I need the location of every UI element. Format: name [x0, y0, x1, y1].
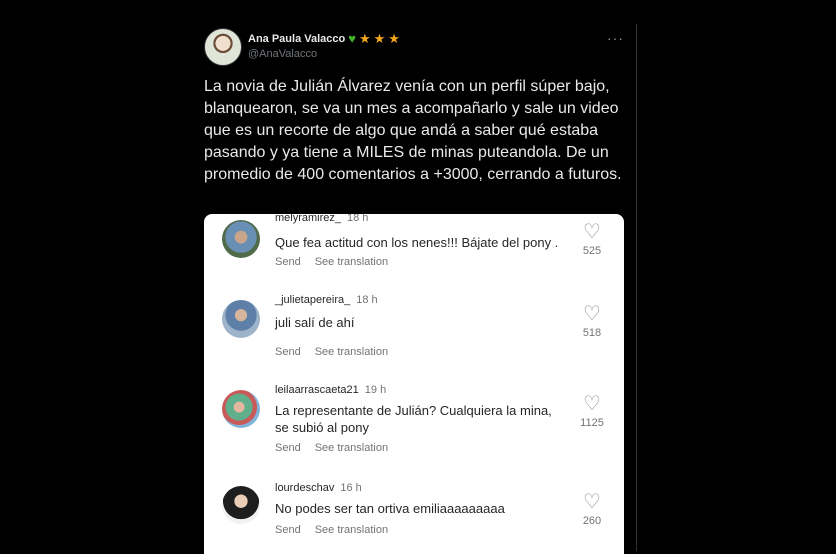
- send-link[interactable]: Send: [275, 346, 301, 358]
- see-translation-link[interactable]: See translation: [315, 346, 388, 358]
- comment-time: 16 h: [340, 482, 362, 494]
- comment-username[interactable]: leilaarrascaeta21: [275, 384, 359, 396]
- comment-text: La representante de Julián? Cualquiera l…: [275, 403, 552, 435]
- more-options-icon[interactable]: ···: [607, 30, 624, 46]
- commenter-avatar[interactable]: [222, 390, 260, 428]
- comment-text: No podes ser tan ortiva emiliaaaaaaaaa: [275, 501, 505, 516]
- see-translation-link[interactable]: See translation: [315, 524, 388, 536]
- send-link[interactable]: Send: [275, 442, 301, 454]
- comment-username[interactable]: _julietapereira_: [275, 294, 350, 306]
- commenter-avatar[interactable]: [222, 220, 260, 258]
- like-count: 525: [582, 245, 602, 257]
- green-heart-icon: ♥: [348, 31, 356, 46]
- tweet-text: La novia de Julián Álvarez venía con un …: [204, 78, 622, 183]
- send-link[interactable]: Send: [275, 256, 301, 268]
- heart-outline-icon[interactable]: ♡: [574, 394, 610, 414]
- star-icon: ★: [373, 31, 386, 46]
- heart-outline-icon[interactable]: ♡: [574, 492, 610, 512]
- like-control[interactable]: ♡ 525: [574, 222, 610, 257]
- see-translation-link[interactable]: See translation: [315, 442, 388, 454]
- like-control[interactable]: ♡ 1125: [574, 394, 610, 429]
- comment-text: Que fea actitud con los nenes!!! Bájate …: [275, 235, 559, 250]
- commenter-avatar[interactable]: [222, 300, 260, 338]
- name-row: Ana Paula Valacco ♥ ★ ★ ★: [248, 32, 400, 45]
- comment-time: 18 h: [356, 294, 378, 306]
- comment-username[interactable]: melyramirez_: [275, 214, 341, 224]
- avatar[interactable]: [204, 28, 242, 66]
- like-control[interactable]: ♡ 518: [574, 304, 610, 339]
- like-count: 1125: [580, 417, 604, 429]
- commenter-avatar[interactable]: [222, 486, 260, 524]
- comment-time: 19 h: [364, 384, 387, 396]
- comment-text: juli salí de ahí: [275, 315, 355, 330]
- heart-outline-icon[interactable]: ♡: [574, 222, 610, 242]
- send-link[interactable]: Send: [275, 524, 301, 536]
- see-translation-link[interactable]: See translation: [315, 256, 388, 268]
- instagram-comments-screenshot: melyramirez_ 18 h Que fea actitud con los…: [204, 214, 624, 554]
- like-control[interactable]: ♡ 260: [574, 492, 610, 527]
- like-count: 260: [582, 515, 602, 527]
- display-name[interactable]: Ana Paula Valacco: [248, 33, 345, 45]
- comment-username[interactable]: lourdeschav: [275, 482, 334, 494]
- star-icon: ★: [358, 31, 371, 46]
- handle[interactable]: @AnaValacco: [248, 48, 317, 60]
- heart-outline-icon[interactable]: ♡: [574, 304, 610, 324]
- star-icon: ★: [388, 31, 400, 46]
- like-count: 518: [582, 327, 602, 339]
- comment-time: 18 h: [347, 214, 369, 224]
